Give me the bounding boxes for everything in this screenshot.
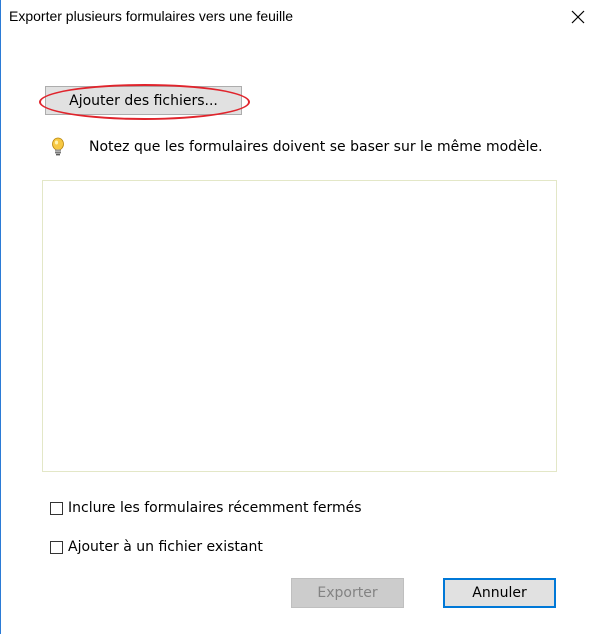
lightbulb-icon — [52, 137, 64, 156]
tip-text: Notez que les formulaires doivent se bas… — [89, 139, 543, 155]
file-list[interactable] — [42, 180, 557, 472]
close-button[interactable] — [561, 0, 595, 34]
include-recent-label: Inclure les formulaires récemment fermés — [68, 500, 362, 516]
add-files-button[interactable]: Ajouter des fichiers... — [45, 86, 242, 115]
append-existing-label: Ajouter à un fichier existant — [68, 539, 263, 555]
export-dialog: Exporter plusieurs formulaires vers une … — [0, 0, 595, 634]
close-icon — [571, 10, 585, 24]
cancel-button[interactable]: Annuler — [443, 578, 556, 608]
tip-icon-container — [50, 136, 66, 158]
include-recent-option[interactable]: Inclure les formulaires récemment fermés — [50, 500, 362, 516]
append-existing-checkbox[interactable] — [50, 540, 63, 554]
export-button[interactable]: Exporter — [291, 578, 404, 608]
window-title: Exporter plusieurs formulaires vers une … — [9, 8, 294, 24]
title-bar: Exporter plusieurs formulaires vers une … — [1, 0, 595, 34]
append-existing-option[interactable]: Ajouter à un fichier existant — [50, 539, 263, 555]
include-recent-checkbox[interactable] — [50, 501, 63, 515]
